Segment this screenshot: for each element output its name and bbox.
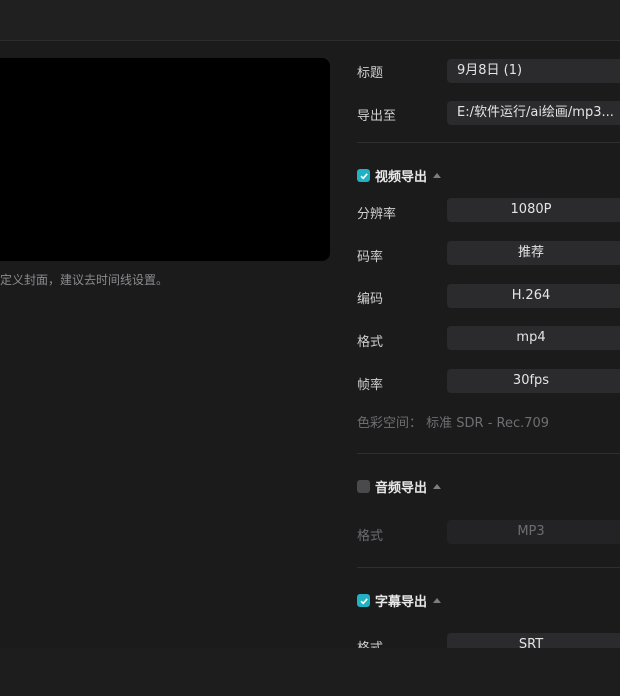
top-bar [0,0,620,41]
audio-format-label: 格式 [357,529,384,544]
caret-up-icon[interactable] [433,173,442,178]
export-settings-panel: 标题 9月8日 (1) 导出至 E:/软件运行/ai绘画/mp3... 视频导出… [343,40,620,648]
color-space-text: 色彩空间： 标准 SDR - Rec.709 [357,416,550,431]
audio-format-value: MP3 [517,524,545,539]
video-export-header[interactable]: 视频导出 [357,166,442,185]
check-icon [359,597,368,604]
resolution-label: 分辨率 [357,207,397,222]
framerate-label: 帧率 [357,378,384,393]
export-to-label: 导出至 [357,109,397,124]
divider [357,453,620,454]
codec-select[interactable]: H.264 [447,284,620,308]
title-label: 标题 [357,66,384,81]
audio-format-select[interactable]: MP3 [447,520,620,544]
subtitle-export-label: 字幕导出 [375,595,428,610]
title-input[interactable]: 9月8日 (1) [447,59,620,83]
audio-export-label: 音频导出 [375,481,428,496]
bottom-bar [0,648,620,696]
video-export-checkbox[interactable] [357,169,370,182]
subtitle-format-value: SRT [518,637,544,648]
video-export-label: 视频导出 [375,170,428,185]
video-format-label: 格式 [357,335,384,350]
resolution-value: 1080P [510,202,552,217]
caret-up-icon[interactable] [433,598,442,603]
divider [357,567,620,568]
video-format-select[interactable]: mp4 [447,326,620,350]
subtitle-export-checkbox[interactable] [357,594,370,607]
framerate-select[interactable]: 30fps [447,369,620,393]
audio-export-header[interactable]: 音频导出 [357,477,442,496]
framerate-value: 30fps [512,373,550,388]
check-icon [359,172,368,179]
video-preview [0,58,330,261]
subtitle-format-label: 格式 [357,637,383,648]
export-path-input[interactable]: E:/软件运行/ai绘画/mp3... [447,101,620,125]
cover-hint-text: 定义封面，建议去时间线设置。 [0,273,169,287]
bitrate-value: 推荐 [517,245,544,260]
caret-up-icon[interactable] [433,484,442,489]
resolution-select[interactable]: 1080P [447,198,620,222]
codec-label: 编码 [357,292,384,307]
video-format-value: mp4 [516,330,546,345]
export-dialog: 定义封面，建议去时间线设置。 标题 9月8日 (1) 导出至 E:/软件运行/a… [0,0,620,696]
bitrate-label: 码率 [357,250,384,265]
audio-export-checkbox[interactable] [357,480,370,493]
subtitle-format-select[interactable]: SRT [447,633,620,648]
codec-value: H.264 [511,288,551,303]
bitrate-select[interactable]: 推荐 [447,241,620,265]
subtitle-export-header[interactable]: 字幕导出 [357,591,442,610]
divider [357,142,620,143]
